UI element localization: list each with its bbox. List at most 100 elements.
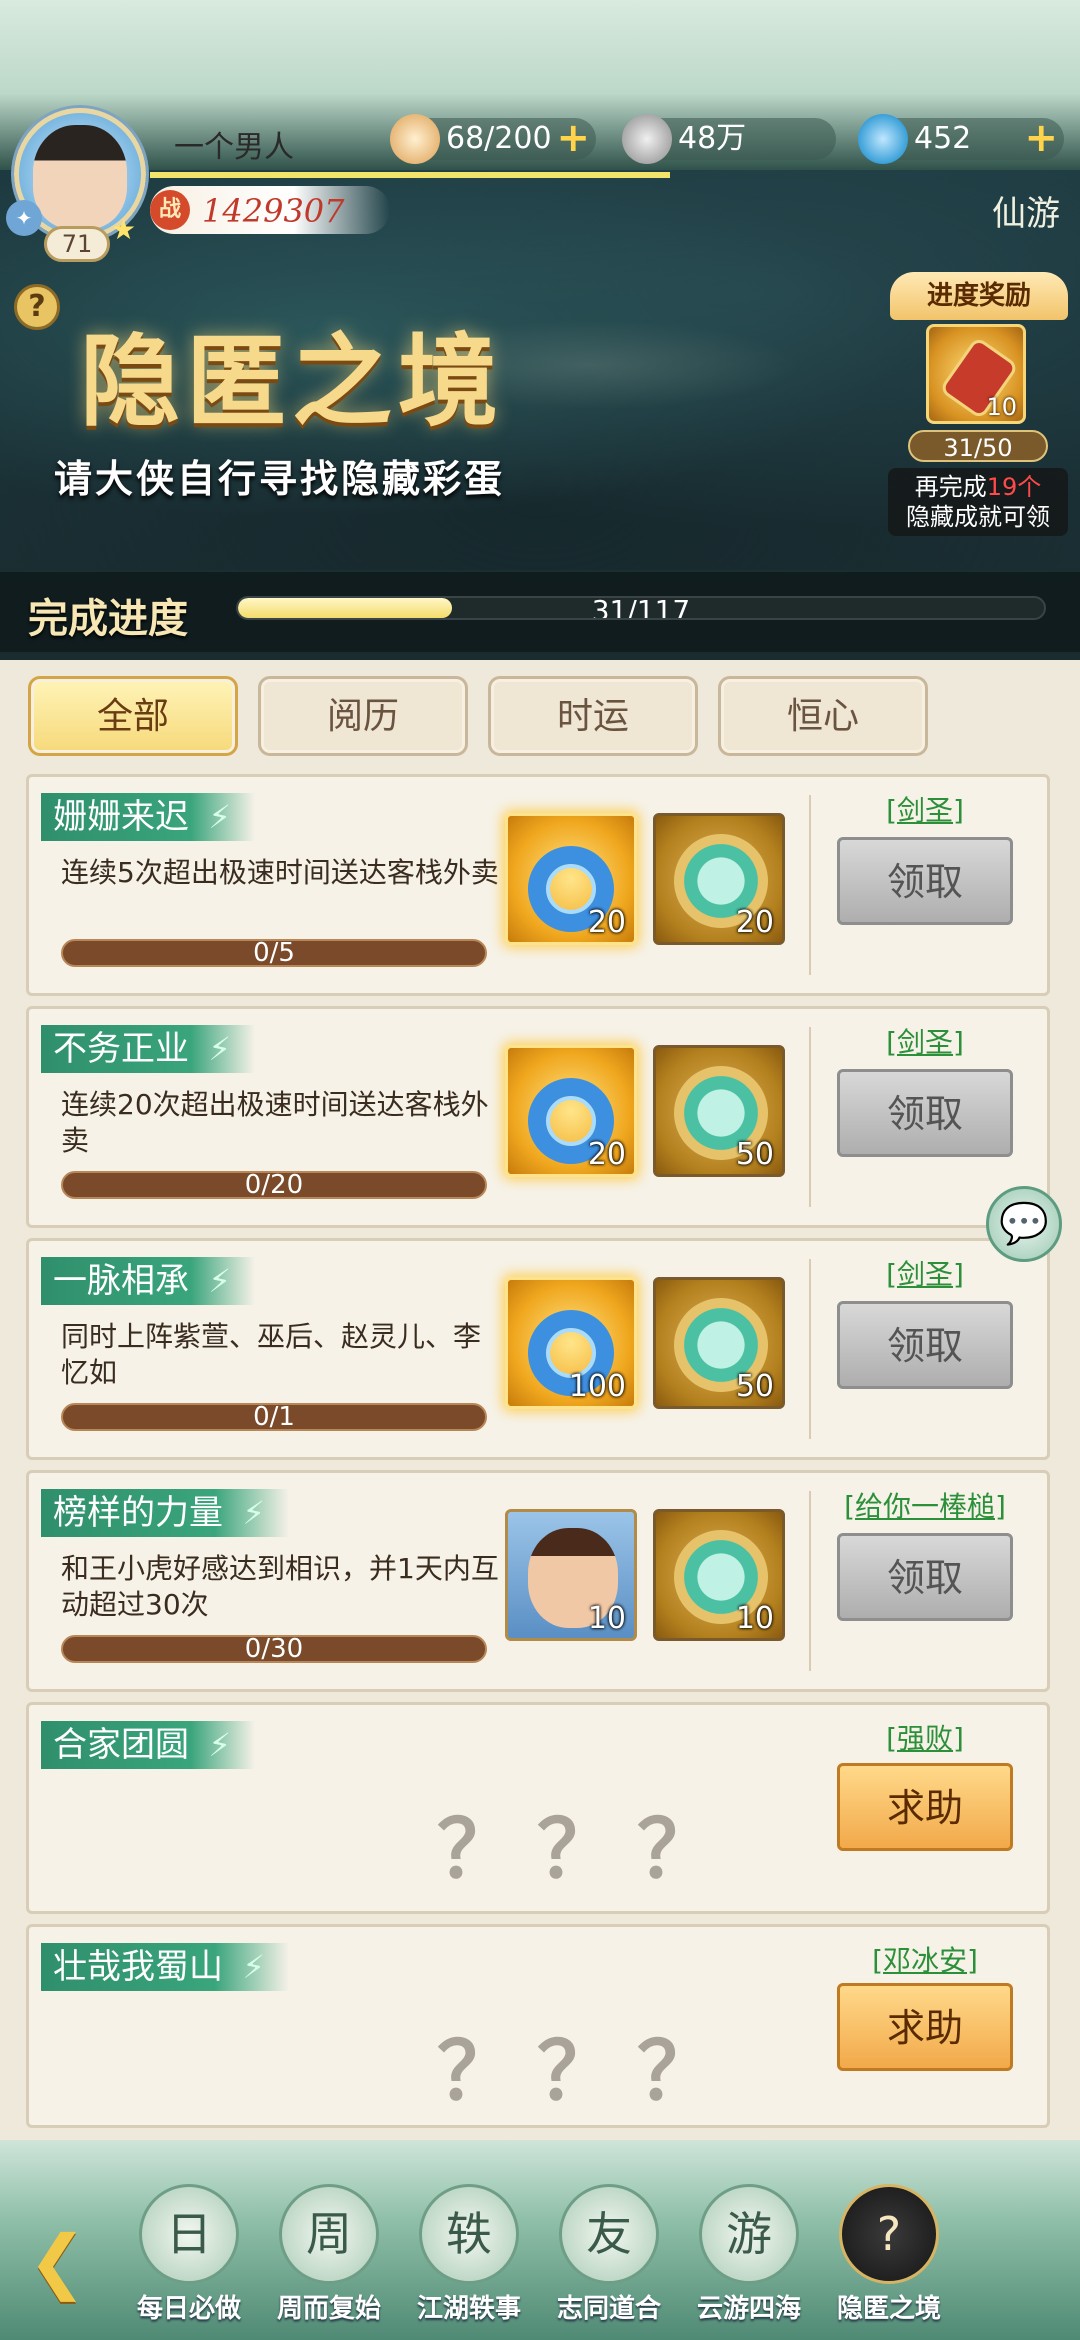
achievement-title: 不务正业 ⚡ (41, 1025, 255, 1073)
cat-icon: ✦ (6, 200, 42, 236)
achievement-tag[interactable]: [剑圣] (815, 789, 1035, 829)
reward-note-prefix: 再完成 (914, 473, 987, 501)
nav-label: 云游四海 (696, 2294, 801, 2324)
lightning-icon: ⚡ (208, 798, 231, 836)
nav-jianghu[interactable]: 轶 江湖轶事 (404, 2184, 534, 2334)
jade-value: 452 (914, 121, 972, 156)
tab-all[interactable]: 全部 (28, 676, 238, 756)
help-request-button[interactable]: 求助 (837, 1983, 1013, 2071)
reward-scroll-item[interactable]: 10 (926, 324, 1026, 424)
reward-quantity: 20 (587, 905, 626, 940)
nav-travel[interactable]: 游 云游四海 (684, 2184, 814, 2334)
stamina-value: 68/200 (446, 121, 552, 156)
top-banner: ★ ✦ 71 一个男人 68/200 + 48万 452 + 战 1429307… (0, 0, 1080, 660)
add-stamina-button[interactable]: + (556, 118, 590, 158)
achievement-card: 姗姗来迟 ⚡ 连续5次超出极速时间送达客栈外卖 0/5 20 20 [剑圣] 领取 (26, 774, 1050, 996)
reward-item-jade-ring[interactable]: 100 (505, 1277, 637, 1409)
reward-item-medal[interactable]: 20 (653, 813, 785, 945)
achievement-title: 壮哉我蜀山 ⚡ (41, 1943, 289, 1991)
achievement-title: 榜样的力量 ⚡ (41, 1489, 289, 1537)
nav-label: 每日必做 (136, 2294, 241, 2324)
tab-fortune[interactable]: 时运 (488, 676, 698, 756)
reward-quantity: 100 (568, 1369, 626, 1404)
story-book-icon: 轶 (419, 2184, 519, 2284)
achievement-card: 不务正业 ⚡ 连续20次超出极速时间送达客栈外卖 0/20 20 50 [剑圣] … (26, 1006, 1050, 1228)
reward-item-medal[interactable]: 10 (653, 1509, 785, 1641)
achievement-tag[interactable]: [剑圣] (815, 1253, 1035, 1293)
coin-value: 48万 (678, 121, 747, 156)
level-badge: 71 (44, 226, 110, 262)
nav-weekly[interactable]: 周 周而复始 (264, 2184, 394, 2334)
claim-button[interactable]: 领取 (837, 1069, 1013, 1157)
divider (809, 795, 811, 975)
achievement-tag[interactable]: [邓冰安] (815, 1939, 1035, 1979)
achievement-tag[interactable]: [给你一棒槌] (815, 1485, 1035, 1525)
hidden-rewards: ？？？ (437, 1803, 737, 1896)
help-icon[interactable]: ? (14, 284, 60, 330)
reward-item-portrait[interactable]: 10 (505, 1509, 637, 1641)
nav-label: 周而复始 (276, 2294, 381, 2324)
tab-perseverance[interactable]: 恒心 (718, 676, 928, 756)
reward-item-medal[interactable]: 50 (653, 1277, 785, 1409)
achievement-description: 连续20次超出极速时间送达客栈外卖 (61, 1088, 489, 1157)
achievement-progress: 0/30 (61, 1635, 487, 1663)
achievement-title: 姗姗来迟 ⚡ (41, 793, 255, 841)
achievement-description: 连续5次超出极速时间送达客栈外卖 (61, 856, 499, 889)
lightning-icon: ⚡ (208, 1262, 231, 1300)
travel-mountain-icon: 游 (699, 2184, 799, 2284)
player-name: 一个男人 (174, 130, 294, 165)
power-value: 1429307 (202, 192, 345, 230)
combat-power: 战 1429307 (150, 186, 390, 234)
divider (809, 1259, 811, 1439)
reward-quantity: 10 (587, 1601, 626, 1636)
coin-resource: 48万 (622, 114, 836, 164)
nav-friends[interactable]: 友 志同道合 (544, 2184, 674, 2334)
completion-progress: 完成进度 31/117 (0, 572, 1080, 652)
reward-item-jade-ring[interactable]: 20 (505, 813, 637, 945)
reward-item-medal[interactable]: 50 (653, 1045, 785, 1177)
experience-line (150, 172, 670, 178)
stamina-resource: 68/200 + (390, 114, 596, 164)
star-icon: ★ (111, 213, 137, 246)
bottom-navigation: ❮ 日 每日必做 周 周而复始 轶 江湖轶事 友 志同道合 游 云游四海 ? 隐… (0, 2140, 1080, 2340)
achievement-description: 和王小虎好感达到相识，并1天内互动超过30次 (61, 1552, 499, 1621)
achievement-tag[interactable]: [剑圣] (815, 1021, 1035, 1061)
reward-item-jade-ring[interactable]: 20 (505, 1045, 637, 1177)
progress-text: 31/117 (591, 596, 691, 620)
hidden-achievement-card: 壮哉我蜀山 ⚡ ？？？ [邓冰安] 求助 (26, 1924, 1050, 2128)
coin-icon (622, 114, 672, 164)
help-request-button[interactable]: 求助 (837, 1763, 1013, 1851)
reward-progress: 31/50 (908, 430, 1048, 462)
page-subtitle: 请大侠自行寻找隐藏彩蛋 (54, 457, 506, 501)
achievement-description: 同时上阵紫萱、巫后、赵灵儿、李忆如 (61, 1320, 482, 1389)
tab-experience[interactable]: 阅历 (258, 676, 468, 756)
achievement-title-text: 姗姗来迟 (53, 797, 189, 837)
nav-daily[interactable]: 日 每日必做 (124, 2184, 254, 2334)
bun-icon (390, 114, 440, 164)
add-jade-button[interactable]: + (1024, 118, 1058, 158)
nav-hidden-realm[interactable]: ? 隐匿之境 (824, 2184, 954, 2334)
progress-reward[interactable]: 进度奖励 10 31/50 再完成19个 隐藏成就可领 (888, 272, 1068, 536)
claim-button[interactable]: 领取 (837, 1301, 1013, 1389)
chat-bubble-icon[interactable]: 💬 (986, 1186, 1062, 1262)
nav-label: 江湖轶事 (416, 2294, 521, 2324)
weekly-scroll-icon: 周 (279, 2184, 379, 2284)
achievement-progress: 0/20 (61, 1171, 487, 1199)
power-badge-icon: 战 (150, 190, 190, 230)
lightning-icon: ⚡ (242, 1948, 265, 1986)
hidden-scroll-icon: ? (839, 2184, 939, 2284)
page-title: 隐匿之境 (80, 322, 504, 440)
claim-button[interactable]: 领取 (837, 837, 1013, 925)
nav-label: 隐匿之境 (836, 2294, 941, 2324)
achievement-tag[interactable]: [强败] (815, 1717, 1035, 1757)
reward-quantity: 10 (735, 1601, 774, 1636)
achievement-title-text: 壮哉我蜀山 (53, 1947, 223, 1987)
back-arrow-icon[interactable]: ❮ (28, 2226, 124, 2296)
claim-button[interactable]: 领取 (837, 1533, 1013, 1621)
achievement-title: 一脉相承 ⚡ (41, 1257, 255, 1305)
lightning-icon: ⚡ (208, 1726, 231, 1764)
achievement-card: 一脉相承 ⚡ 同时上阵紫萱、巫后、赵灵儿、李忆如 0/1 100 50 [剑圣] … (26, 1238, 1050, 1460)
divider (809, 1491, 811, 1671)
achievement-title-text: 榜样的力量 (53, 1493, 223, 1533)
achievement-list[interactable]: 姗姗来迟 ⚡ 连续5次超出极速时间送达客栈外卖 0/5 20 20 [剑圣] 领取… (26, 774, 1050, 2128)
